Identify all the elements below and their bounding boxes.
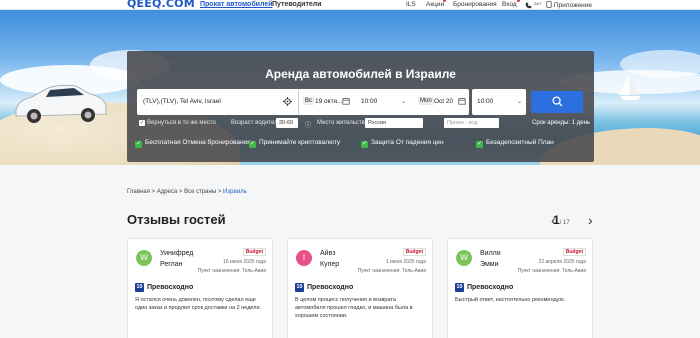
search-panel: Аренда автомобилей в Израиле (TLV),(TLV)… <box>127 51 594 162</box>
review-card: W Вилли Эмми Budget 22 апреля 2025 года П… <box>447 238 593 338</box>
check-icon: ✓ <box>249 141 256 148</box>
login-dot <box>517 0 520 2</box>
top-header: QEEQ.COM Прокат автомобилей Путеводители… <box>0 0 700 10</box>
nav-guides[interactable]: Путеводители <box>272 1 322 8</box>
search-title: Аренда автомобилей в Израиле <box>265 67 456 81</box>
info-icon[interactable]: ⓘ <box>305 120 311 129</box>
chevron-down-icon: ⌄ <box>400 99 406 105</box>
return-time: 10:00 <box>477 98 494 105</box>
review-text: Быстрый ответ, настоятельно рекомендую. <box>455 297 566 303</box>
chevron-down-icon: ⌄ <box>516 99 522 105</box>
rental-period: Срок аренды: 1 день <box>532 120 591 126</box>
bookings-link[interactable]: Бронирования <box>453 1 497 8</box>
reviews-title: Отзывы гостей <box>127 212 226 227</box>
chevron-right-icon[interactable]: › <box>588 212 593 228</box>
brand-logo: Budget <box>562 248 586 256</box>
currency-selector[interactable]: ILS <box>406 1 416 8</box>
search-button[interactable] <box>531 91 583 113</box>
review-text: В целом процесс получения и возврата авт… <box>295 297 413 319</box>
pickup-date-input[interactable]: Вс 19 октя... <box>298 89 353 115</box>
residence-select[interactable]: Россия <box>365 118 423 128</box>
site-logo[interactable]: QEEQ.COM <box>127 0 195 10</box>
review-date: 16 июня 2025 года <box>223 259 266 265</box>
app-label: Приложение <box>553 2 592 9</box>
sailboat-image <box>619 75 641 100</box>
avatar: W <box>456 250 472 266</box>
score-badge: 10 <box>455 283 464 292</box>
pickup-time-select[interactable]: 10:00 ⌄ <box>356 89 410 115</box>
review-destination: Пункт назначения: Тель-Авив <box>357 268 426 274</box>
deals-link[interactable]: Акции <box>426 1 444 8</box>
breadcrumb-current[interactable]: Израиль <box>223 189 247 195</box>
rating-label: Превосходно <box>467 284 514 291</box>
pickup-time: 10:00 <box>361 98 378 105</box>
breadcrumb-home[interactable]: Главная <box>127 189 150 195</box>
pickup-date: 19 октя... <box>315 98 343 105</box>
benefit-item: ✓ Принимайте криптовалюту <box>249 139 341 148</box>
check-icon: ✓ <box>135 141 142 148</box>
return-day: Mon <box>418 97 434 105</box>
avatar: I <box>296 250 312 266</box>
reviewer-name: Уинифред Реглан <box>160 250 194 268</box>
return-date: Oct 20 <box>434 98 454 105</box>
reviewer-name: Вилли Эмми <box>480 250 501 268</box>
check-icon: ✓ <box>361 141 368 148</box>
car-image <box>15 84 107 123</box>
benefit-item: ✓ Безадепозитный План <box>476 139 554 148</box>
return-same-label: Вернуться в то же место <box>147 120 216 126</box>
benefit-item: ✓ Бесплатная Отмена бронирования <box>135 139 251 148</box>
residence-label: Место жительства: <box>317 120 370 126</box>
score-badge: 10 <box>135 283 144 292</box>
review-card: I Айвз Купер Budget 1 июня 2025 года Пунк… <box>287 238 433 338</box>
review-text: Я остался очень доволен, поэтому сделал … <box>135 297 262 311</box>
app-link[interactable]: Приложение <box>546 1 592 9</box>
brand-logo: Budget <box>402 248 426 256</box>
review-card: W Уинифред Реглан Budget 16 июня 2025 год… <box>127 238 273 338</box>
rating-label: Превосходно <box>147 284 194 291</box>
return-time-select[interactable]: 10:00 ⌄ <box>472 89 526 115</box>
breadcrumb: Главная > Адреса > Все страны > Израиль <box>127 189 247 195</box>
pickup-day: Вс <box>303 97 315 105</box>
phone-icon <box>525 2 532 9</box>
deals-dot <box>443 0 446 2</box>
return-date-input[interactable]: Mon Oct 20 <box>414 89 469 115</box>
promo-code-input[interactable]: Промо - код <box>444 118 499 128</box>
rating-label: Превосходно <box>307 284 354 291</box>
calendar-icon <box>458 98 466 105</box>
support-label: 24/7 <box>533 1 542 6</box>
calendar-icon <box>342 98 350 105</box>
driver-age-label: Возраст водителя: <box>231 120 283 126</box>
app-icon <box>546 1 552 8</box>
review-date: 22 апреля 2025 года <box>538 259 586 265</box>
return-same-checkbox[interactable]: ✓ <box>139 120 145 126</box>
reviewer-name: Айвз Купер <box>320 250 340 268</box>
locate-icon[interactable] <box>283 97 292 106</box>
pickup-location-value: (TLV),(TLV), Tel Aviv, Israel <box>143 98 221 105</box>
breadcrumb-countries[interactable]: Все страны <box>184 189 216 195</box>
breadcrumb-addresses[interactable]: Адреса <box>157 189 178 195</box>
login-link[interactable]: Вход <box>502 1 517 8</box>
check-icon: ✓ <box>476 141 483 148</box>
benefit-item: ✓ Защита От падения цен <box>361 139 444 148</box>
reviews-pager: 1/ 17 <box>553 213 570 227</box>
driver-age-select[interactable]: 30-60 <box>276 118 298 128</box>
brand-logo: Budget <box>242 248 266 256</box>
hero-banner: Аренда автомобилей в Израиле (TLV),(TLV)… <box>0 10 700 165</box>
search-icon <box>552 96 563 107</box>
review-destination: Пункт назначения: Тель-Авив <box>517 268 586 274</box>
review-destination: Пункт назначения: Тель-Авив <box>197 268 266 274</box>
avatar: W <box>136 250 152 266</box>
nav-car-rental[interactable]: Прокат автомобилей <box>200 1 273 8</box>
review-date: 1 июня 2025 года <box>385 259 426 265</box>
support-phone[interactable]: 24/7 <box>525 1 542 10</box>
score-badge: 10 <box>295 283 304 292</box>
